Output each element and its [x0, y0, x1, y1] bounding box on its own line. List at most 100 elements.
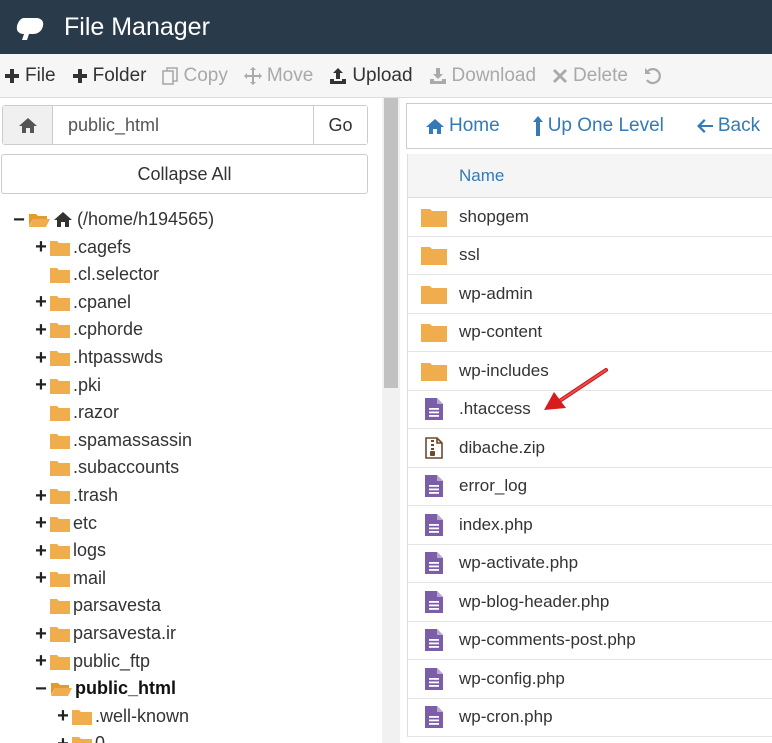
new-folder-button[interactable]: Folder	[68, 65, 159, 87]
directory-panel: Go Collapse All − (/home/h194565) + .cagefs…	[0, 98, 381, 743]
expand-toggle[interactable]: +	[34, 375, 48, 395]
folder-icon	[408, 322, 459, 343]
scrollbar-thumb[interactable]	[384, 98, 398, 388]
folder-icon	[72, 735, 92, 743]
back-arrow-icon	[696, 119, 713, 133]
collapse-all-button[interactable]: Collapse All	[1, 154, 368, 194]
expand-toggle[interactable]: +	[56, 706, 70, 726]
new-file-label: File	[25, 64, 56, 86]
text-file-icon	[408, 629, 459, 652]
folder-icon	[50, 487, 70, 504]
home-button[interactable]: Home	[425, 115, 500, 137]
path-input[interactable]	[53, 106, 313, 144]
tree-item[interactable]: .cl.selector	[34, 261, 159, 288]
upload-icon	[330, 67, 347, 84]
expand-toggle[interactable]: +	[34, 513, 48, 533]
tree-item[interactable]: + mail	[34, 565, 106, 592]
file-row[interactable]: index.php	[408, 506, 772, 545]
back-button[interactable]: Back	[696, 115, 760, 137]
expand-toggle[interactable]: +	[34, 292, 48, 312]
app-title: File Manager	[64, 12, 210, 41]
expand-toggle[interactable]: +	[34, 568, 48, 588]
tree-item[interactable]: + .cagefs	[34, 234, 131, 261]
file-row[interactable]: dibache.zip	[408, 429, 772, 468]
toolbar: File Folder Copy Move Upload Download De…	[0, 54, 772, 98]
tree-item-label: .cpanel	[73, 291, 132, 312]
file-row[interactable]: wp-blog-header.php	[408, 583, 772, 622]
plus-icon	[5, 68, 19, 83]
delete-button[interactable]: Delete	[548, 65, 640, 87]
home-directory-button[interactable]	[3, 106, 53, 144]
file-name: ssl	[459, 245, 480, 265]
tree-item[interactable]: + .cphorde	[34, 316, 143, 343]
download-button[interactable]: Download	[425, 65, 549, 87]
collapse-toggle[interactable]: −	[34, 679, 48, 699]
tree-item[interactable]: + etc	[34, 510, 97, 537]
copy-button[interactable]: Copy	[158, 65, 239, 87]
tree-item-label: .cphorde	[73, 319, 144, 340]
tree-item-label: parsavesta.ir	[73, 623, 177, 643]
tree-item[interactable]: + .pki	[34, 372, 101, 399]
file-table: Name shopgem ssl wp-admin wp-content wp-incl…	[407, 154, 772, 737]
collapse-toggle[interactable]: −	[12, 210, 26, 230]
tree-item[interactable]: + .trash	[34, 482, 118, 509]
expand-toggle[interactable]: +	[34, 320, 48, 340]
expand-toggle[interactable]: +	[34, 486, 48, 506]
name-column-header[interactable]: Name	[459, 166, 504, 186]
file-row[interactable]: error_log	[408, 468, 772, 506]
move-button[interactable]: Move	[240, 65, 325, 87]
annotation-arrow-icon	[544, 368, 608, 410]
tree-item[interactable]: + parsavesta.ir	[34, 620, 176, 647]
upload-button[interactable]: Upload	[325, 65, 424, 87]
home-icon	[426, 118, 444, 134]
home-icon	[53, 211, 73, 228]
tree-item[interactable]: + .htpasswds	[34, 344, 163, 371]
tree-item[interactable]: − public_html	[34, 675, 176, 702]
tree-item[interactable]: − (/home/h194565)	[12, 206, 214, 233]
file-name: wp-includes	[459, 360, 549, 380]
new-file-button[interactable]: File	[0, 65, 68, 87]
go-button[interactable]: Go	[313, 106, 367, 144]
folder-icon	[50, 321, 70, 339]
expand-toggle[interactable]: +	[56, 734, 70, 743]
file-row[interactable]: wp-comments-post.php	[408, 622, 772, 660]
tree-item[interactable]: + public_ftp	[34, 648, 150, 675]
file-row[interactable]: wp-activate.php	[408, 545, 772, 583]
folder-open-icon	[50, 680, 72, 697]
up-one-level-button[interactable]: Up One Level	[532, 115, 664, 137]
tree-item[interactable]: .subaccounts	[34, 454, 179, 481]
expand-toggle[interactable]: +	[34, 237, 48, 257]
file-row[interactable]: wp-config.php	[408, 660, 772, 699]
tree-item-label: .well-known	[95, 705, 190, 726]
tree-scrollbar[interactable]	[382, 98, 400, 743]
navigation-bar: Home Up One Level Back	[406, 103, 772, 149]
expand-toggle[interactable]: +	[34, 651, 48, 671]
home-icon	[18, 117, 37, 133]
text-file-icon	[408, 706, 459, 729]
expand-toggle[interactable]: +	[34, 348, 48, 368]
plus-icon	[72, 68, 87, 83]
tree-item[interactable]: .razor	[34, 399, 119, 426]
tree-item[interactable]: + .well-known	[56, 703, 189, 730]
folder-icon	[50, 515, 70, 532]
folder-icon	[50, 239, 70, 256]
file-row[interactable]: shopgem	[408, 198, 772, 237]
file-row[interactable]: ssl	[408, 237, 772, 275]
folder-icon	[50, 294, 70, 311]
folder-icon	[408, 361, 459, 381]
folder-icon	[50, 377, 70, 394]
tree-item[interactable]: .spamassassin	[34, 427, 192, 454]
tree-item[interactable]: + .cpanel	[34, 289, 131, 316]
file-row[interactable]: wp-admin	[408, 275, 772, 314]
expand-toggle[interactable]: +	[34, 541, 48, 561]
file-name: wp-admin	[459, 283, 533, 303]
tree-item-label: public_ftp	[73, 650, 151, 671]
file-row[interactable]: wp-cron.php	[408, 699, 772, 737]
tree-item[interactable]: + logs	[34, 537, 106, 564]
file-row[interactable]: wp-content	[408, 314, 772, 352]
expand-toggle[interactable]: +	[34, 624, 48, 644]
restore-button[interactable]	[640, 67, 679, 85]
tree-item[interactable]: +0	[56, 730, 105, 743]
back-label: Back	[717, 115, 761, 136]
tree-item[interactable]: parsavesta	[34, 592, 161, 619]
